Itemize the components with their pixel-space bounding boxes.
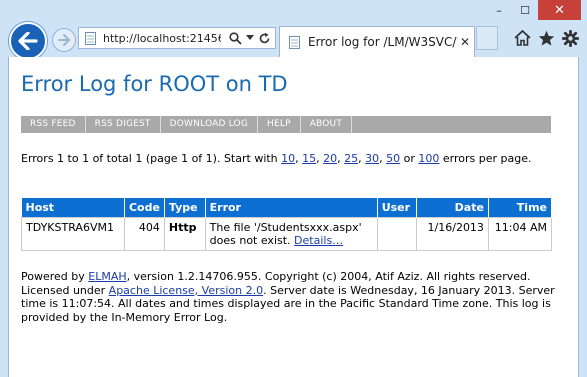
footer-text-1: Powered by <box>21 270 89 283</box>
address-bar[interactable]: http://localhost:21456/ <box>78 27 276 49</box>
cell-type: Http <box>163 217 206 251</box>
column-header-host: Host <box>21 198 125 218</box>
help-link[interactable]: HELP <box>258 116 301 133</box>
address-url[interactable]: http://localhost:21456/ <box>103 32 221 45</box>
cell-time: 11:04 AM <box>487 217 553 251</box>
page-icon <box>85 31 97 45</box>
browser-toolbar-right <box>512 28 580 48</box>
page-summary: Errors 1 to 1 of total 1 (page 1 of 1). … <box>21 152 532 165</box>
elmah-link[interactable]: ELMAH <box>88 270 126 283</box>
cell-host: TDYKSTRA6VM1 <box>21 217 125 251</box>
column-header-type: Type <box>164 198 206 218</box>
table-row: TDYKSTRA6VM1 404 Http The file '/Student… <box>21 217 553 251</box>
maximize-button[interactable]: ☐ <box>512 0 538 20</box>
summary-prefix: Errors 1 to 1 of total 1 (page 1 of 1). … <box>21 152 282 165</box>
cell-error: The file '/Studentsxxx.aspx' does not ex… <box>204 217 378 251</box>
chrome-frame-left <box>0 57 8 377</box>
about-link[interactable]: ABOUT <box>301 116 353 133</box>
column-header-date: Date <box>416 198 489 218</box>
rss-digest-link[interactable]: RSS DIGEST <box>86 116 161 133</box>
minimize-button[interactable]: – <box>486 0 512 20</box>
home-icon[interactable] <box>512 28 532 48</box>
arrow-right-icon <box>58 34 70 46</box>
page-size-20-link[interactable]: 20 <box>323 152 337 165</box>
chrome-frame-right <box>579 57 587 377</box>
page-size-50-link[interactable]: 50 <box>386 152 400 165</box>
summary-or: or <box>400 152 419 165</box>
arrow-left-icon <box>18 32 38 50</box>
back-button[interactable] <box>9 22 47 60</box>
forward-button[interactable] <box>52 28 76 52</box>
new-tab-button[interactable] <box>476 26 498 50</box>
page-content: Error Log for ROOT on TD RSS FEED RSS DI… <box>8 57 579 377</box>
tab-title: Error log for /LM/W3SVC/1... <box>308 35 458 49</box>
column-header-error: Error <box>205 198 378 218</box>
page-size-15-link[interactable]: 15 <box>302 152 316 165</box>
browser-tab-active[interactable]: Error log for /LM/W3SVC/1... ✕ <box>279 26 475 57</box>
window-controls: – ☐ ✕ <box>486 0 581 20</box>
error-log-table: Host Code Type Error User Date Time TDYK… <box>21 198 553 251</box>
cell-code: 404 <box>123 217 165 251</box>
cell-user <box>376 217 417 251</box>
column-header-code: Code <box>124 198 165 218</box>
download-log-link[interactable]: DOWNLOAD LOG <box>161 116 258 133</box>
gear-icon[interactable] <box>560 28 580 48</box>
page-icon <box>289 35 301 49</box>
page-size-10-link[interactable]: 10 <box>281 152 295 165</box>
details-link[interactable]: Details… <box>294 234 343 247</box>
column-header-user: User <box>377 198 417 218</box>
cell-date: 1/16/2013 <box>415 217 489 251</box>
page-title: Error Log for ROOT on TD <box>21 72 288 96</box>
rss-feed-link[interactable]: RSS FEED <box>21 116 86 133</box>
page-size-25-link[interactable]: 25 <box>344 152 358 165</box>
browser-chrome: – ☐ ✕ http://localhost:21456/ Error log … <box>0 0 587 60</box>
refresh-icon[interactable] <box>258 32 271 45</box>
summary-suffix: errors per page. <box>439 152 532 165</box>
page-footer: Powered by ELMAH, version 1.2.14706.955.… <box>21 270 555 324</box>
page-size-30-link[interactable]: 30 <box>365 152 379 165</box>
table-header-row: Host Code Type Error User Date Time <box>21 198 553 218</box>
page-size-100-link[interactable]: 100 <box>418 152 439 165</box>
speedbar: RSS FEED RSS DIGEST DOWNLOAD LOG HELP AB… <box>21 116 551 133</box>
address-tools <box>229 31 271 45</box>
search-icon[interactable] <box>229 31 242 45</box>
column-header-time: Time <box>488 198 553 218</box>
license-link[interactable]: Apache License, Version 2.0 <box>109 284 263 297</box>
close-tab-icon[interactable]: ✕ <box>460 35 470 49</box>
close-window-button[interactable]: ✕ <box>538 0 581 20</box>
chevron-down-icon[interactable] <box>246 35 254 41</box>
favorites-star-icon[interactable] <box>536 28 556 48</box>
